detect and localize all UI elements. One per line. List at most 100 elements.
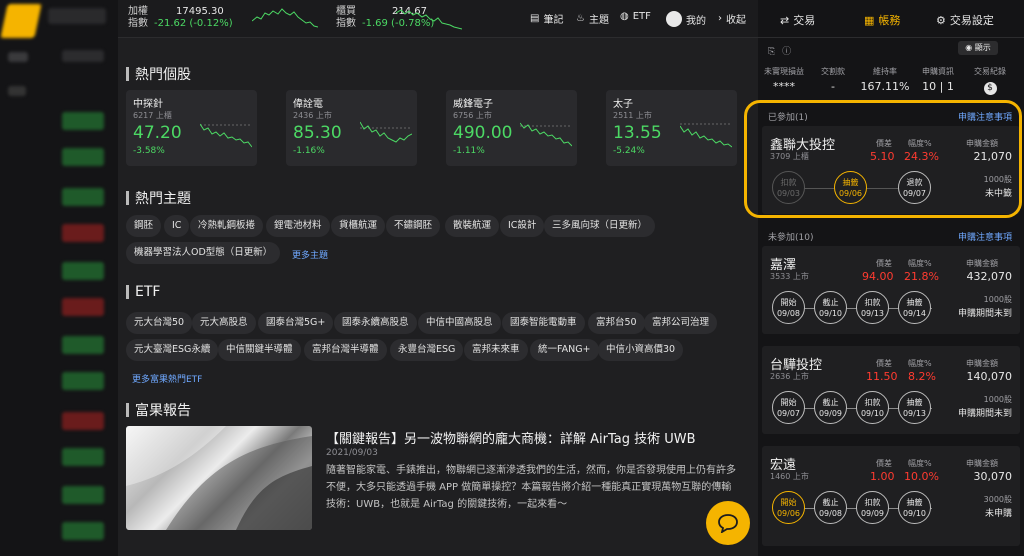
tab-trade[interactable]: ⇄ 交易 xyxy=(780,12,815,28)
summary-value: - xyxy=(831,80,835,93)
stock-card[interactable]: 偉詮電 2436 上市 85.30 -1.16% xyxy=(286,90,417,166)
etf-chip[interactable]: 元大高股息 xyxy=(192,312,256,334)
more-etf-link[interactable]: 更多富果熱門ETF xyxy=(132,372,202,385)
otc-label: 櫃買 xyxy=(336,6,356,17)
blurred-row xyxy=(8,86,26,96)
step-refund: 退款 09/07 xyxy=(898,171,931,204)
show-values-button[interactable]: ◉ 顯示 xyxy=(958,41,998,55)
taiex-index[interactable]: 加權 17495.30 指數 -21.62 (-0.12%) xyxy=(128,6,233,30)
topic-chip[interactable]: 鋼胚 xyxy=(126,215,162,237)
stock-name: 威鋒電子 xyxy=(453,99,493,110)
otc-label-2: 指數 xyxy=(336,18,356,29)
hot-topics-title-text: 熱門主題 xyxy=(135,191,191,207)
etf-chip[interactable]: 中信中國高股息 xyxy=(418,312,501,334)
stock-sparkline xyxy=(680,123,732,148)
stock-name: 中探針 xyxy=(133,99,163,110)
tab-account[interactable]: ▦ 帳務 xyxy=(864,12,900,28)
ipo-amount: 432,070 xyxy=(966,270,1013,283)
stock-card[interactable]: 中探針 6217 上櫃 47.20 -3.58% xyxy=(126,90,257,166)
etf-chip[interactable]: 富邦台50 xyxy=(588,312,645,334)
stock-sparkline xyxy=(360,121,412,143)
topic-chip[interactable]: 冷熱軋鋼板捲 xyxy=(190,215,264,237)
etf-chip[interactable]: 中信小資高價30 xyxy=(598,339,684,361)
summary-maintenance[interactable]: 維持率 167.11% xyxy=(858,66,912,93)
etf-chip[interactable]: 統一FANG+ xyxy=(530,339,599,361)
taiex-label-2: 指數 xyxy=(128,18,148,29)
hot-stocks-title-text: 熱門個股 xyxy=(135,67,191,83)
topic-chip[interactable]: IC xyxy=(164,215,190,237)
ipo-pct: 21.8% xyxy=(904,270,939,283)
summary-ipo-info[interactable]: 申購資訊 10 | 1 xyxy=(914,66,962,93)
summary-value: 10 | 1 xyxy=(922,80,954,93)
more-topics-link[interactable]: 更多主題 xyxy=(292,248,328,261)
chat-button[interactable] xyxy=(706,501,750,545)
index-bar: 加權 17495.30 指數 -21.62 (-0.12%) 櫃買 214.67 指數… xyxy=(118,0,758,38)
fire-icon: ♨ xyxy=(576,13,585,24)
topic-chip[interactable]: 貨櫃航運 xyxy=(331,215,386,237)
brand-logo xyxy=(0,4,42,38)
nav-collapse[interactable]: › 收起 xyxy=(718,11,746,26)
summary-label: 未實現損益 xyxy=(764,67,804,76)
report-thumbnail[interactable] xyxy=(126,426,312,530)
etf-chip[interactable]: 中信關鍵半導體 xyxy=(218,339,301,361)
globe-icon: ◍ xyxy=(620,11,629,22)
ipo-pct: 24.3% xyxy=(904,150,939,163)
nav-notes-label: 筆記 xyxy=(543,15,564,26)
etf-chip[interactable]: 富邦未來車 xyxy=(464,339,528,361)
etf-chip[interactable]: 國泰智能電動車 xyxy=(502,312,585,334)
sidebar-watchlist xyxy=(0,0,118,556)
pct-label: 幅度% xyxy=(908,259,932,268)
summary-trade-log[interactable]: 交易紀錄 $ xyxy=(964,66,1016,95)
nav-notes[interactable]: ▤ 筆記 xyxy=(530,11,563,26)
topic-chip[interactable]: 三多風向球（日更新） xyxy=(544,215,656,237)
taiex-change: -21.62 (-0.12%) xyxy=(154,18,233,29)
report-date: 2021/09/03 xyxy=(326,448,378,458)
etf-chip[interactable]: 元大台灣50 xyxy=(126,312,193,334)
nav-profile[interactable]: 我的 xyxy=(666,11,706,27)
step-debit: 扣款 09/03 xyxy=(772,171,805,204)
etf-chip[interactable]: 永豐台灣ESG xyxy=(390,339,464,361)
ipo-card[interactable]: 嘉澤 3533 上市 價差 幅度% 申購金額 94.00 21.8% 432,0… xyxy=(762,246,1020,334)
etf-chip[interactable]: 富邦台灣半導體 xyxy=(304,339,387,361)
blurred-row xyxy=(62,50,104,62)
tab-trade-settings[interactable]: ⚙ 交易設定 xyxy=(936,12,994,28)
nav-topics[interactable]: ♨ 主題 xyxy=(576,11,609,26)
ipo-shares: 1000股 xyxy=(983,175,1012,184)
tab-settings-label: 交易設定 xyxy=(949,14,994,27)
dollar-icon: $ xyxy=(964,80,1016,95)
topic-chip[interactable]: 不鏽鋼胚 xyxy=(386,215,441,237)
joined-header: 已參加(1) xyxy=(768,113,808,123)
hot-stocks-title: 熱門個股 xyxy=(126,64,191,84)
summary-unrealized[interactable]: 未實現損益 **** xyxy=(760,66,808,93)
stock-card[interactable]: 威鋒電子 6756 上市 490.00 -1.11% xyxy=(446,90,577,166)
ipo-spread: 11.50 xyxy=(866,370,898,383)
stock-name: 太子 xyxy=(613,99,633,110)
etf-chip[interactable]: 國泰永續高股息 xyxy=(334,312,417,334)
etf-chip[interactable]: 富邦公司治理 xyxy=(644,312,718,334)
nav-profile-label: 我的 xyxy=(686,15,706,27)
etf-chip[interactable]: 國泰台灣5G+ xyxy=(258,312,334,334)
amount-label: 申購金額 xyxy=(966,359,998,368)
blurred-row xyxy=(62,148,104,166)
summary-settlement[interactable]: 交割款 - xyxy=(812,66,854,93)
report-title[interactable]: 【關鍵報告】另一波物聯網的龐大商機：詳解 AirTag 技術 UWB xyxy=(326,428,746,447)
info-icon[interactable]: ⓘ xyxy=(782,47,791,57)
topic-chip[interactable]: 機器學習法人OD型態（日更新） xyxy=(126,242,281,264)
share-icon[interactable]: ⎘ xyxy=(768,47,775,57)
step-start: 開始 09/06 xyxy=(772,491,805,524)
ipo-card[interactable]: 鑫聯大投控 3709 上櫃 價差 幅度% 申購金額 5.10 24.3% 21,… xyxy=(762,126,1020,214)
ipo-notes-link[interactable]: 申購注意事項 xyxy=(958,110,1012,123)
report-section-title: 富果報告 xyxy=(126,400,191,420)
nav-topics-label: 主題 xyxy=(588,15,609,26)
topic-chip[interactable]: 散裝航運 xyxy=(445,215,500,237)
topic-chip[interactable]: IC設計 xyxy=(500,215,545,237)
etf-chip[interactable]: 元大臺灣ESG永續 xyxy=(126,339,219,361)
ipo-card[interactable]: 台驊投控 2636 上市 價差 幅度% 申購金額 11.50 8.2% 140,… xyxy=(762,346,1020,434)
gear-icon: ⚙ xyxy=(936,13,946,27)
ipo-notes-link-2[interactable]: 申購注意事項 xyxy=(958,230,1012,243)
nav-etf[interactable]: ◍ ETF xyxy=(620,11,651,22)
ipo-card[interactable]: 宏遠 1460 上市 價差 幅度% 申購金額 1.00 10.0% 30,070… xyxy=(762,446,1020,546)
topic-chip[interactable]: 鋰電池材料 xyxy=(266,215,330,237)
pct-label: 幅度% xyxy=(908,139,932,148)
stock-card[interactable]: 太子 2511 上市 13.55 -5.24% xyxy=(606,90,737,166)
